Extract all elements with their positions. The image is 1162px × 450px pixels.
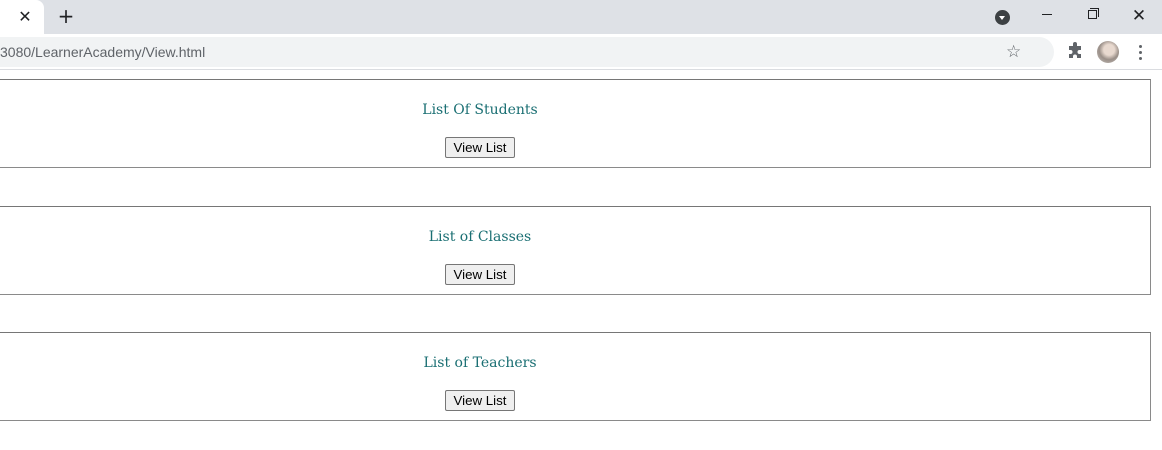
tab-close-icon[interactable]: ✕: [16, 8, 34, 26]
students-title: List Of Students: [422, 102, 538, 118]
address-bar[interactable]: 3080/LearnerAcademy/View.html ☆: [0, 37, 1054, 67]
extensions-puzzle-icon[interactable]: [1066, 42, 1084, 60]
new-tab-plus-icon[interactable]: +: [56, 6, 76, 26]
window-close-icon[interactable]: ✕: [1124, 4, 1154, 28]
browser-toolbar: 3080/LearnerAcademy/View.html ☆: [0, 34, 1162, 70]
view-students-button[interactable]: View List: [445, 137, 515, 158]
tab-search-icon[interactable]: [995, 10, 1010, 25]
minimize-icon[interactable]: [1032, 4, 1062, 28]
teachers-section: List of Teachers View List: [0, 332, 1151, 421]
view-classes-button[interactable]: View List: [445, 264, 515, 285]
avatar[interactable]: [1097, 41, 1119, 63]
tab-strip: ✕ + ✕: [0, 0, 1162, 34]
page-content: List Of Students View List List of Class…: [0, 71, 1162, 450]
classes-title: List of Classes: [428, 229, 532, 245]
view-teachers-button[interactable]: View List: [445, 390, 515, 411]
restore-icon[interactable]: [1078, 4, 1108, 28]
url-text[interactable]: 3080/LearnerAcademy/View.html: [0, 44, 205, 60]
bookmark-star-icon[interactable]: ☆: [1006, 42, 1021, 62]
teachers-title: List of Teachers: [423, 355, 537, 371]
classes-section: List of Classes View List: [0, 206, 1151, 295]
kebab-menu-icon[interactable]: [1131, 43, 1149, 61]
students-section: List Of Students View List: [0, 79, 1151, 168]
active-tab[interactable]: ✕: [0, 0, 44, 34]
